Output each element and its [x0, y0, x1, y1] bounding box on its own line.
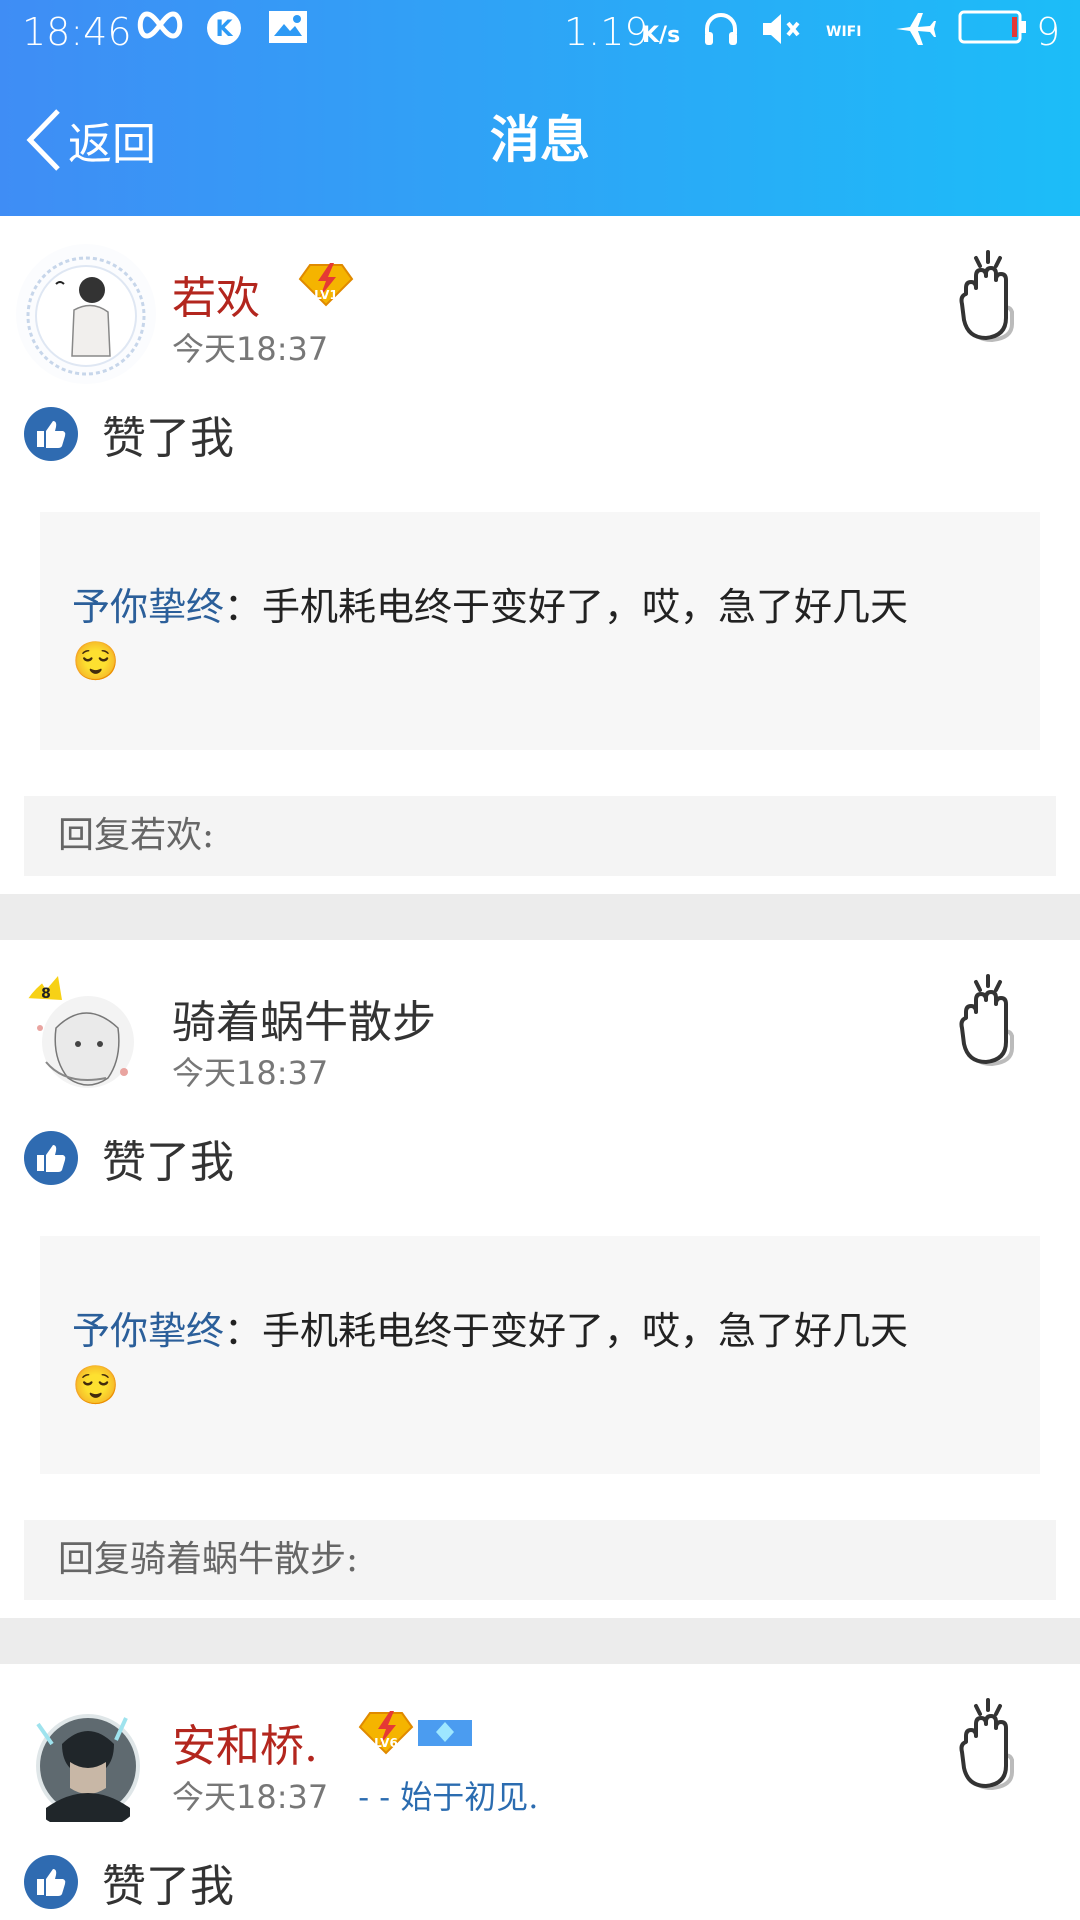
message-card: 安和桥. LV6 今天18:37 - - 始于初见. 赞了我 [0, 1664, 1080, 1920]
quote-content: 手机耗电终于变好了，哎，急了好几天 [262, 1309, 909, 1353]
message-time: 今天18:37 [172, 330, 329, 368]
like-row: 赞了我 [24, 1130, 234, 1188]
message-time: 今天18:37 - - 始于初见. [172, 1772, 538, 1818]
infinity-icon [134, 10, 186, 40]
clap-hand-icon [959, 974, 1014, 1067]
quote-separator: ： [224, 585, 263, 629]
app-header: 18:46 K 1.19 K/s WIFI 9 返回 消息 [0, 0, 1080, 216]
airplane-icon [894, 10, 936, 48]
level-badge: LV6 [356, 1704, 474, 1760]
level-badge: LV1 [296, 256, 356, 312]
clap-button[interactable] [950, 1696, 1034, 1792]
lightning-badge-icon: LV6 [358, 1711, 414, 1755]
like-action: 赞了我 [102, 413, 234, 464]
message-card: 8 骑着蜗牛散步 今天18:37 赞了我 予你挚终：手机耗电终于变好了，哎，急了… [0, 940, 1080, 1618]
thumbs-up-icon [24, 1855, 78, 1909]
level-label: LV1 [314, 288, 338, 302]
message-time: 今天18:37 [172, 1054, 329, 1092]
thumbs-up-icon [24, 1131, 78, 1185]
avatar[interactable] [16, 244, 156, 384]
page-title: 消息 [490, 111, 590, 169]
reply-input[interactable]: 回复骑着蜗牛散步: [24, 1520, 1056, 1600]
user-name[interactable]: 安和桥. [172, 1710, 318, 1774]
net-speed: 1.19 [564, 10, 649, 54]
card-separator [0, 894, 1080, 940]
image-icon [268, 10, 308, 44]
thumbs-up-icon [24, 407, 78, 461]
wifi-label: WIFI [826, 24, 862, 40]
user-name[interactable]: 骑着蜗牛散步 [172, 986, 436, 1050]
quoted-author[interactable]: 予你挚终 [72, 585, 224, 629]
like-row: 赞了我 [24, 1854, 234, 1912]
reply-placeholder: 回复若欢: [58, 815, 215, 856]
relieved-emoji: 😌 [72, 1363, 120, 1407]
quote-separator: ： [224, 1309, 263, 1353]
status-bar: 18:46 K 1.19 K/s WIFI 9 [0, 0, 1080, 64]
headphones-icon [702, 10, 740, 48]
status-time: 18:46 [22, 10, 132, 54]
svg-text:8: 8 [41, 986, 51, 1002]
reply-input[interactable]: 回复若欢: [24, 796, 1056, 876]
diamond-badge-icon [418, 1720, 472, 1746]
message-time-text: 今天18:37 [172, 1778, 329, 1816]
reply-placeholder: 回复骑着蜗牛散步: [58, 1539, 359, 1580]
clap-hand-icon [959, 250, 1014, 343]
quoted-author[interactable]: 予你挚终 [72, 1309, 224, 1353]
like-action: 赞了我 [102, 1137, 234, 1188]
avatar[interactable]: 8 [16, 968, 156, 1108]
user-signature: - - 始于初见. [358, 1778, 539, 1816]
quoted-post-text: 予你挚终：手机耗电终于变好了，哎，急了好几天 😌 [72, 1304, 1012, 1412]
quoted-post-text: 予你挚终：手机耗电终于变好了，哎，急了好几天 😌 [72, 580, 1012, 688]
svg-text:K: K [215, 17, 233, 42]
card-separator [0, 1618, 1080, 1664]
net-unit: K/s [642, 23, 681, 48]
nav-bar: 返回 消息 [0, 64, 1080, 216]
relieved-emoji: 😌 [72, 639, 120, 683]
quote-content: 手机耗电终于变好了，哎，急了好几天 [262, 585, 909, 629]
wifi-icon: WIFI [826, 10, 861, 54]
lightning-badge-icon: LV1 [298, 263, 354, 307]
battery-icon [958, 10, 1028, 44]
quoted-post[interactable]: 予你挚终：手机耗电终于变好了，哎，急了好几天 😌 [40, 1236, 1040, 1474]
battery-level: 9 [1036, 10, 1061, 54]
clap-button[interactable] [950, 248, 1034, 344]
avatar[interactable] [16, 1692, 156, 1832]
quoted-post[interactable]: 予你挚终：手机耗电终于变好了，哎，急了好几天 😌 [40, 512, 1040, 750]
clap-button[interactable] [950, 972, 1034, 1068]
like-row: 赞了我 [24, 406, 234, 464]
like-action: 赞了我 [102, 1861, 234, 1912]
k-app-icon: K [206, 10, 242, 46]
message-card: 若欢 LV1 今天18:37 赞了我 予你挚终：手机耗电终于变好了，哎，急了好几… [0, 216, 1080, 894]
clap-hand-icon [959, 1698, 1014, 1791]
level-label: LV6 [374, 1736, 398, 1750]
mute-icon [760, 10, 804, 48]
user-name[interactable]: 若欢 [172, 262, 260, 326]
